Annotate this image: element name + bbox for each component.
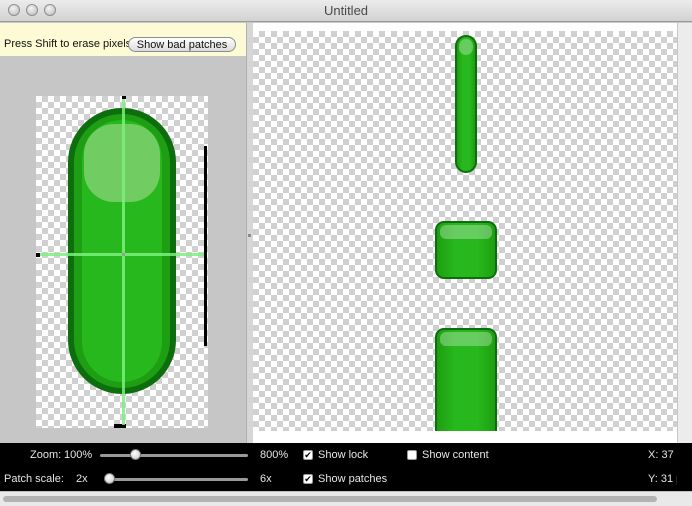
- vertical-scrollbar[interactable]: [677, 23, 692, 443]
- editor-pane: Press Shift to erase pixels Show bad pat…: [0, 23, 246, 443]
- preview-square-highlight: [440, 225, 492, 239]
- window-title: Untitled: [323, 3, 369, 18]
- preview-wide: [435, 328, 497, 436]
- show-lock-checkbox[interactable]: ✔: [303, 450, 313, 460]
- info-bar: Press Shift to erase pixels Show bad pat…: [0, 23, 246, 56]
- show-patches-checkbox[interactable]: ✔: [303, 474, 313, 484]
- preview-bottom-margin: [253, 431, 677, 443]
- patch-scale-max-label: 6x: [260, 473, 272, 485]
- patch-guide-crossing: [122, 253, 125, 256]
- horizontal-scrollbar[interactable]: [0, 491, 692, 506]
- preview-top-margin: [253, 23, 677, 31]
- control-bar-corner: [677, 443, 692, 491]
- nine-patch-image: [36, 96, 207, 428]
- nine-patch-canvas[interactable]: [36, 96, 208, 428]
- show-patches-label: Show patches: [318, 473, 388, 485]
- patch-marker-left[interactable]: [36, 253, 40, 257]
- erase-hint: Press Shift to erase pixels: [4, 38, 132, 50]
- preview-wide-highlight: [440, 332, 492, 346]
- split-divider[interactable]: [246, 23, 253, 443]
- padding-marker-right[interactable]: [204, 146, 207, 346]
- horizontal-scrollbar-thumb[interactable]: [3, 496, 657, 502]
- patch-scale-min-label: 2x: [76, 473, 88, 485]
- zoom-max-label: 800%: [260, 449, 289, 461]
- patch-scale-slider-track[interactable]: [104, 478, 248, 481]
- preview-tall: [455, 35, 477, 173]
- zoom-slider-knob[interactable]: [130, 449, 142, 460]
- zoom-value: 100%: [64, 449, 93, 461]
- zoom-label: Zoom:: [30, 449, 62, 461]
- patch-scale-slider-knob[interactable]: [104, 473, 115, 484]
- show-lock-label: Show lock: [318, 449, 369, 461]
- divider-grip-icon: [248, 234, 251, 237]
- show-content-label: Show content: [422, 449, 489, 461]
- preview-pane: [253, 31, 677, 436]
- patch-scale-label: Patch scale:: [4, 473, 64, 485]
- show-bad-patches-button[interactable]: Show bad patches: [128, 37, 236, 52]
- control-bar: Zoom: 100% 800% Patch scale: 2x 6x ✔ Sho…: [0, 443, 683, 491]
- show-content-checkbox[interactable]: [407, 450, 417, 460]
- preview-square: [435, 221, 497, 279]
- patch-marker-top[interactable]: [122, 96, 126, 99]
- zoom-slider-track[interactable]: [100, 454, 248, 457]
- preview-tall-highlight: [459, 39, 473, 55]
- title-bar: Untitled: [0, 0, 692, 22]
- patch-guide-vertical: [122, 99, 125, 425]
